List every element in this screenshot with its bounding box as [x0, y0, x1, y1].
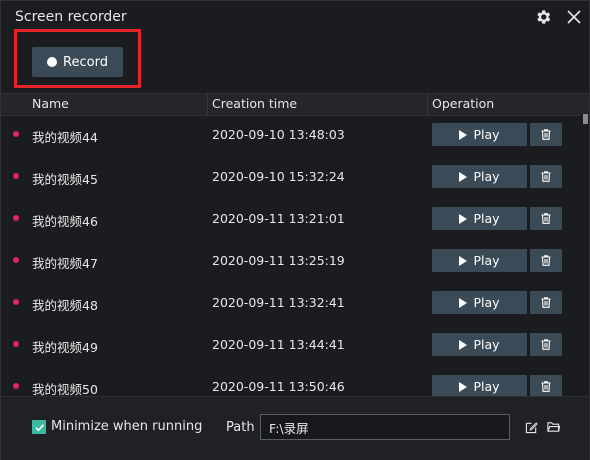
recording-name: 我的视频46	[32, 214, 98, 229]
recording-status-dot	[13, 383, 19, 389]
recording-status-dot	[13, 131, 19, 137]
edit-icon[interactable]	[525, 421, 538, 434]
recording-name: 我的视频44	[32, 130, 98, 145]
recording-status-dot	[13, 173, 19, 179]
minimize-checkbox[interactable]	[32, 420, 46, 434]
play-button[interactable]: Play	[432, 375, 527, 396]
play-button-label: Play	[473, 337, 500, 352]
recording-time: 2020-09-10 13:48:03	[212, 127, 345, 142]
play-button[interactable]: Play	[432, 123, 527, 146]
recording-status-dot	[13, 215, 19, 221]
delete-button[interactable]	[530, 375, 562, 396]
delete-button[interactable]	[530, 123, 562, 146]
recording-status-dot	[13, 341, 19, 347]
recording-name: 我的视频45	[32, 172, 98, 187]
path-label: Path	[226, 420, 255, 435]
column-divider[interactable]	[207, 94, 208, 115]
footer: Minimize when running Path	[1, 396, 589, 460]
recording-status-dot	[13, 257, 19, 263]
close-icon[interactable]	[566, 9, 582, 25]
play-button[interactable]: Play	[432, 291, 527, 314]
trash-icon	[541, 213, 551, 224]
play-button[interactable]: Play	[432, 165, 527, 188]
recording-time: 2020-09-10 15:32:24	[212, 169, 345, 184]
trash-icon	[541, 297, 551, 308]
recording-list: 我的视频44 2020-09-10 13:48:03 Play 我的视频45 2020-…	[1, 115, 581, 396]
delete-button[interactable]	[530, 291, 562, 314]
table-row[interactable]: 我的视频44 2020-09-10 13:48:03 Play	[1, 115, 581, 157]
play-button-label: Play	[473, 253, 500, 268]
recording-name: 我的视频47	[32, 256, 98, 271]
play-icon	[459, 255, 468, 266]
trash-icon	[541, 129, 551, 140]
column-header-operation: Operation	[432, 96, 495, 111]
play-button[interactable]: Play	[432, 249, 527, 272]
recording-time: 2020-09-11 13:32:41	[212, 295, 345, 310]
play-button-label: Play	[473, 127, 500, 142]
delete-button[interactable]	[530, 333, 562, 356]
play-icon	[459, 297, 468, 308]
recording-name: 我的视频49	[32, 340, 98, 355]
delete-button[interactable]	[530, 207, 562, 230]
column-divider[interactable]	[427, 94, 428, 115]
table-row[interactable]: 我的视频49 2020-09-11 13:44:41 Play	[1, 325, 581, 367]
recording-name: 我的视频50	[32, 382, 98, 396]
recording-time: 2020-09-11 13:21:01	[212, 211, 345, 226]
play-button-label: Play	[473, 169, 500, 184]
play-icon	[459, 129, 468, 140]
play-button-label: Play	[473, 379, 500, 394]
play-icon	[459, 339, 468, 350]
play-button[interactable]: Play	[432, 333, 527, 356]
checkmark-icon	[34, 423, 44, 431]
trash-icon	[541, 339, 551, 350]
window-title: Screen recorder	[15, 9, 127, 25]
recording-name: 我的视频48	[32, 298, 98, 313]
delete-button[interactable]	[530, 249, 562, 272]
trash-icon	[541, 381, 551, 392]
scrollbar-thumb[interactable]	[583, 114, 588, 124]
recording-time: 2020-09-11 13:50:46	[212, 379, 345, 394]
recording-time: 2020-09-11 13:44:41	[212, 337, 345, 352]
delete-button[interactable]	[530, 165, 562, 188]
trash-icon	[541, 171, 551, 182]
play-button[interactable]: Play	[432, 207, 527, 230]
minimize-label[interactable]: Minimize when running	[51, 419, 202, 434]
play-button-label: Play	[473, 295, 500, 310]
table-row[interactable]: 我的视频47 2020-09-11 13:25:19 Play	[1, 241, 581, 283]
column-header-name[interactable]: Name	[32, 96, 69, 111]
play-button-label: Play	[473, 211, 500, 226]
recording-time: 2020-09-11 13:25:19	[212, 253, 345, 268]
path-input[interactable]	[260, 414, 510, 440]
table-header: Name Creation time Operation	[1, 93, 589, 116]
scrollbar[interactable]	[581, 114, 589, 396]
column-header-creation-time[interactable]: Creation time	[212, 96, 297, 111]
trash-icon	[541, 255, 551, 266]
table-row[interactable]: 我的视频46 2020-09-11 13:21:01 Play	[1, 199, 581, 241]
table-row[interactable]: 我的视频45 2020-09-10 15:32:24 Play	[1, 157, 581, 199]
play-icon	[459, 171, 468, 182]
table-row[interactable]: 我的视频48 2020-09-11 13:32:41 Play	[1, 283, 581, 325]
recording-status-dot	[13, 299, 19, 305]
screen-recorder-window: Screen recorder Record Name Creation tim…	[0, 0, 590, 460]
record-button[interactable]: Record	[32, 47, 123, 77]
record-button-label: Record	[63, 54, 108, 70]
folder-icon[interactable]	[547, 421, 560, 433]
gear-icon[interactable]	[534, 8, 552, 26]
table-row[interactable]: 我的视频50 2020-09-11 13:50:46 Play	[1, 367, 581, 396]
record-dot-icon	[47, 57, 58, 67]
play-icon	[459, 381, 468, 392]
play-icon	[459, 213, 468, 224]
